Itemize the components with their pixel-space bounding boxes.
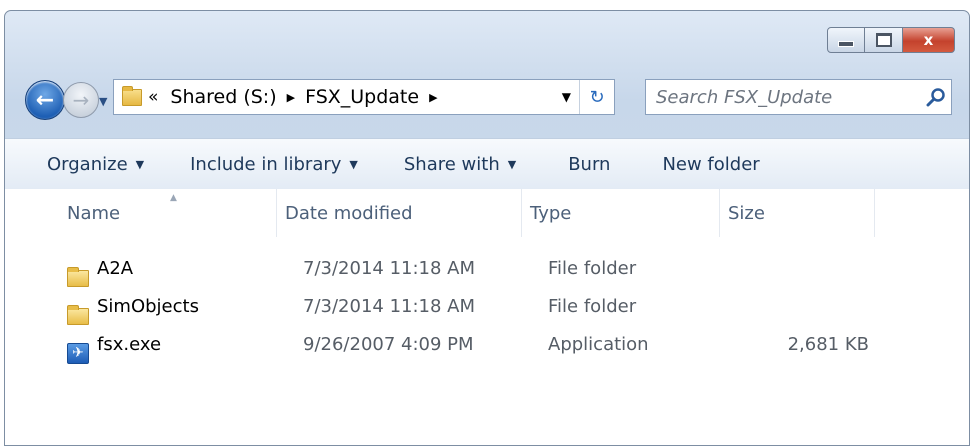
close-icon: x bbox=[923, 31, 934, 49]
file-name: SimObjects bbox=[97, 295, 199, 317]
column-header-label: Type bbox=[530, 202, 572, 224]
table-row[interactable]: A2A 7/3/2014 11:18 AM File folder bbox=[5, 249, 969, 287]
breadcrumb-shared-drive[interactable]: Shared (S:) bbox=[166, 86, 280, 108]
organize-label: Organize bbox=[47, 153, 128, 175]
folder-icon bbox=[67, 304, 89, 325]
type-cell: Application bbox=[548, 333, 649, 355]
forward-arrow-icon: → bbox=[72, 88, 90, 112]
search-input[interactable] bbox=[646, 85, 921, 109]
sort-ascending-icon: ▲ bbox=[170, 193, 177, 203]
table-row[interactable]: ✈ fsx.exe 9/26/2007 4:09 PM Application … bbox=[5, 325, 969, 364]
forward-button[interactable]: → bbox=[63, 82, 99, 118]
share-with-label: Share with bbox=[403, 153, 500, 175]
date-modified-cell: 9/26/2007 4:09 PM bbox=[303, 333, 474, 355]
minimize-button[interactable] bbox=[827, 27, 865, 53]
column-header-label: Name bbox=[67, 202, 121, 224]
burn-button[interactable]: Burn bbox=[554, 139, 624, 189]
refresh-icon: ↻ bbox=[589, 86, 605, 108]
type-cell: File folder bbox=[548, 295, 637, 317]
column-header-date-modified[interactable]: Date modified bbox=[277, 189, 522, 237]
breadcrumb-separator-icon[interactable]: ▶ bbox=[423, 91, 443, 104]
type-cell: File folder bbox=[548, 257, 637, 279]
close-button[interactable]: x bbox=[903, 27, 955, 53]
search-icon[interactable] bbox=[921, 82, 951, 112]
recent-pages-dropdown[interactable]: ▼ bbox=[99, 95, 107, 108]
breadcrumb-fsx-update[interactable]: FSX_Update bbox=[301, 86, 423, 108]
explorer-window: x ← → ▼ « Shared (S:) ▶ FSX_Update ▶ ▼ ↻ bbox=[4, 10, 970, 446]
organize-menu[interactable]: Organize ▼ bbox=[5, 139, 158, 189]
file-name-cell: A2A bbox=[5, 257, 285, 287]
new-folder-button[interactable]: New folder bbox=[648, 139, 773, 189]
table-row[interactable]: SimObjects 7/3/2014 11:18 AM File folder bbox=[5, 287, 969, 325]
command-bar: Organize ▼ Include in library ▼ Share wi… bbox=[5, 138, 969, 190]
minimize-icon bbox=[838, 41, 854, 47]
file-list[interactable]: Name ▲ Date modified Type Size A2A 7/3/2… bbox=[5, 189, 969, 445]
include-in-library-menu[interactable]: Include in library ▼ bbox=[176, 139, 372, 189]
folder-icon bbox=[122, 86, 142, 107]
file-name-cell: SimObjects bbox=[5, 295, 285, 325]
date-modified-cell: 7/3/2014 11:18 AM bbox=[303, 295, 476, 317]
chevron-down-icon: ▼ bbox=[349, 157, 358, 171]
chevron-down-icon: ▼ bbox=[135, 157, 145, 171]
breadcrumb-overflow-button[interactable]: « bbox=[148, 87, 158, 107]
burn-label: Burn bbox=[568, 153, 611, 175]
back-button[interactable]: ← bbox=[25, 80, 65, 120]
file-name: A2A bbox=[97, 257, 134, 279]
date-modified-cell: 7/3/2014 11:18 AM bbox=[303, 257, 476, 279]
column-header-name[interactable]: Name ▲ bbox=[5, 189, 277, 237]
folder-icon bbox=[67, 266, 89, 287]
chevron-down-icon: ▼ bbox=[507, 157, 517, 171]
application-icon: ✈ bbox=[67, 342, 89, 364]
include-in-library-label: Include in library bbox=[190, 153, 342, 175]
file-name: fsx.exe bbox=[97, 333, 162, 355]
maximize-icon bbox=[875, 33, 892, 47]
column-header-type[interactable]: Type bbox=[522, 189, 720, 237]
search-box[interactable] bbox=[645, 79, 952, 115]
size-cell: 2,681 KB bbox=[787, 333, 869, 355]
address-bar[interactable]: « Shared (S:) ▶ FSX_Update ▶ ▼ ↻ bbox=[113, 79, 615, 115]
chevron-down-icon: ▼ bbox=[99, 95, 108, 108]
new-folder-label: New folder bbox=[662, 153, 760, 175]
column-header-size[interactable]: Size bbox=[720, 189, 875, 237]
maximize-button[interactable] bbox=[865, 27, 903, 53]
share-with-menu[interactable]: Share with ▼ bbox=[390, 139, 530, 189]
refresh-button[interactable]: ↻ bbox=[579, 80, 614, 114]
address-history-dropdown[interactable]: ▼ bbox=[554, 90, 579, 104]
file-name-cell: ✈ fsx.exe bbox=[5, 333, 285, 364]
breadcrumb-separator-icon[interactable]: ▶ bbox=[281, 91, 301, 104]
column-header-label: Date modified bbox=[285, 202, 413, 224]
column-header-label: Size bbox=[728, 202, 765, 224]
back-arrow-icon: ← bbox=[35, 87, 55, 113]
column-headers: Name ▲ Date modified Type Size bbox=[5, 189, 969, 237]
window-controls: x bbox=[827, 27, 955, 53]
